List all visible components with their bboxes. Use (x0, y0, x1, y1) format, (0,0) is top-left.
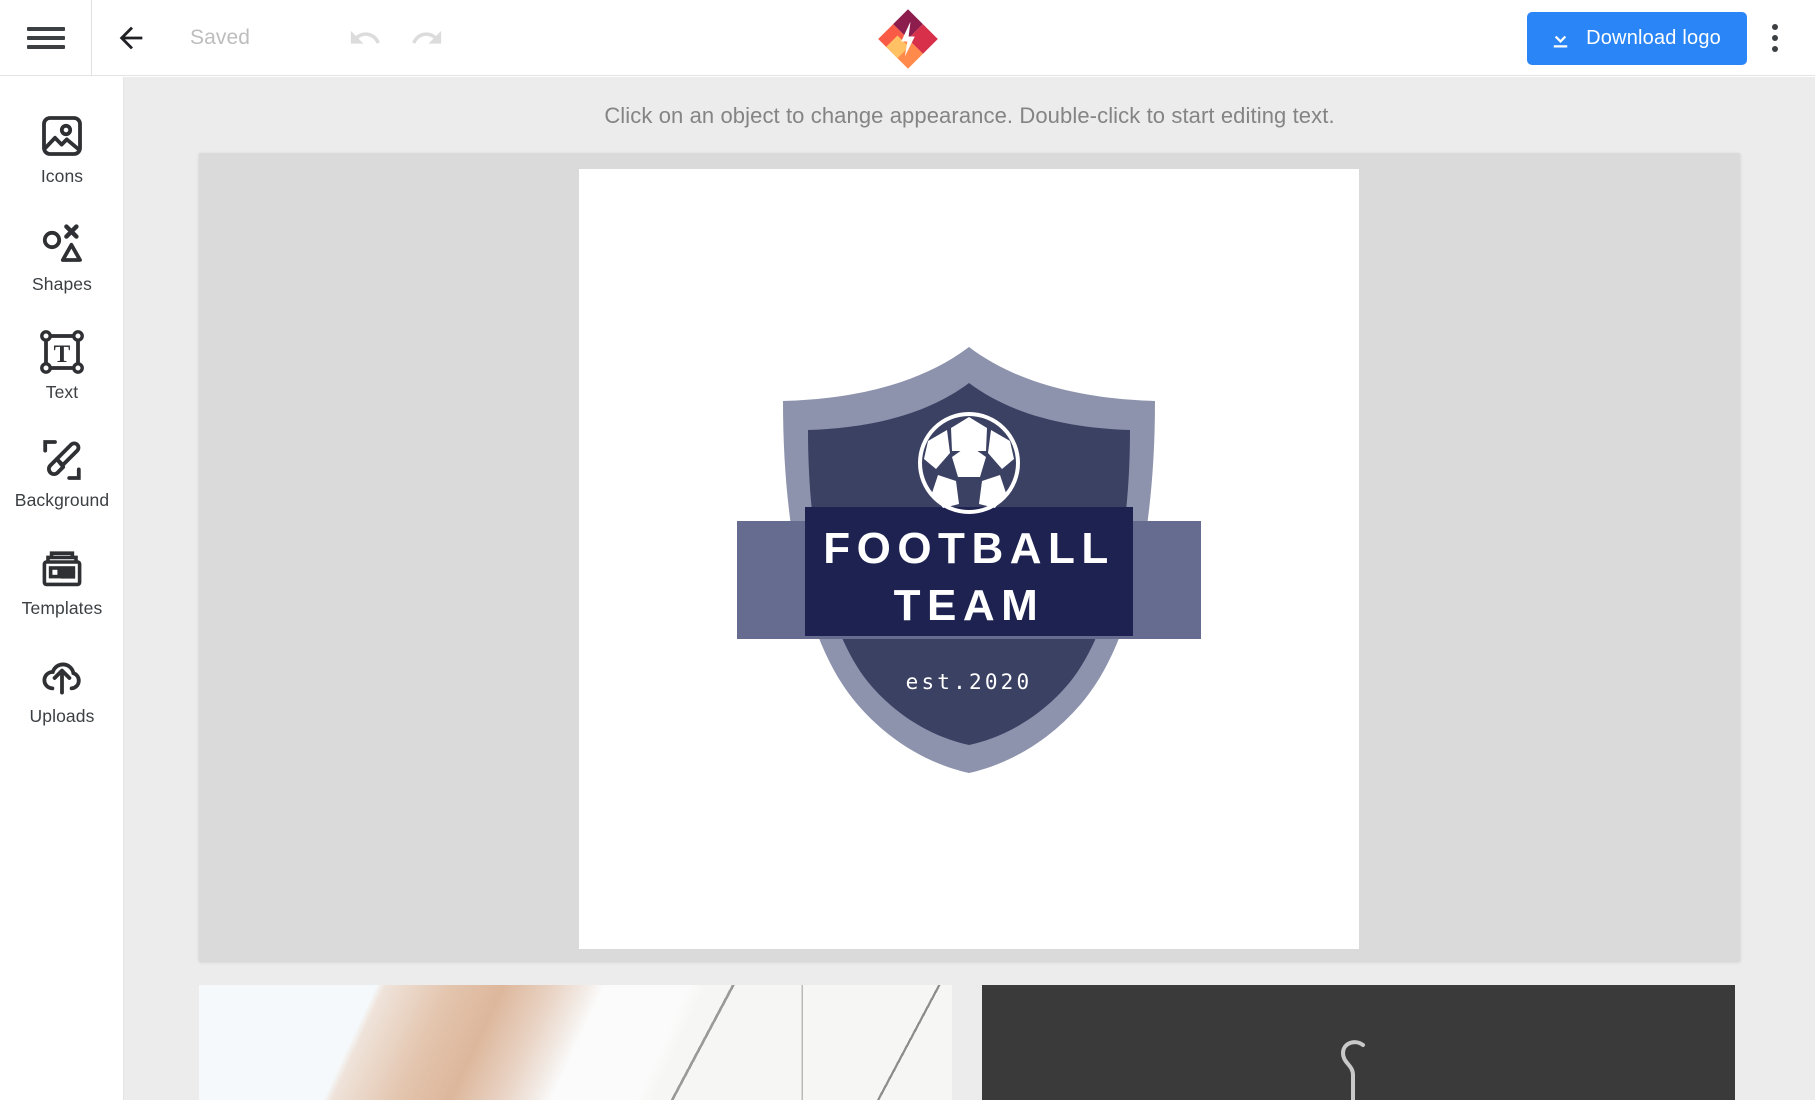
topbar-actions: Download logo (1527, 0, 1797, 76)
more-vertical-icon-dot (1772, 46, 1778, 52)
logo-canvas[interactable]: FOOTBALL TEAM est.2020 (579, 169, 1359, 949)
undo-button[interactable] (342, 15, 388, 61)
canvas-stage[interactable]: FOOTBALL TEAM est.2020 (199, 153, 1740, 961)
templates-icon (42, 550, 82, 586)
image-icon (42, 115, 82, 156)
sidebar-item-icons[interactable]: Icons (0, 95, 124, 203)
editor-main-area: Click on an object to change appearance.… (124, 77, 1815, 1100)
sidebar-item-label: Templates (21, 597, 103, 618)
save-status-label: Saved (190, 25, 251, 49)
logo-artwork[interactable]: FOOTBALL TEAM est.2020 (719, 339, 1219, 779)
sidebar-item-background[interactable]: Background (0, 419, 124, 527)
mockup-previews (199, 985, 1744, 1100)
editor-hint-text: Click on an object to change appearance.… (604, 103, 1335, 128)
arrow-left-icon (119, 26, 143, 49)
hamburger-menu-icon (26, 22, 65, 54)
back-button[interactable] (100, 0, 162, 76)
download-logo-button[interactable]: Download logo (1527, 11, 1747, 65)
more-options-button[interactable] (1753, 10, 1797, 66)
top-toolbar: Saved Download logo (0, 0, 1815, 76)
sidebar-item-templates[interactable]: Templates (0, 527, 124, 635)
sidebar-item-label: Text (45, 381, 79, 402)
text-box-icon: T (40, 329, 84, 374)
left-sidebar: Icons Shapes T Text Background Templates… (0, 77, 124, 1100)
mockup-card-hanger[interactable] (982, 985, 1735, 1100)
redo-button[interactable] (404, 15, 450, 61)
hanger-dark-image (982, 985, 1735, 1100)
more-vertical-icon-dot (1772, 35, 1778, 41)
sidebar-item-label: Icons (40, 165, 84, 186)
sidebar-item-label: Uploads (29, 705, 95, 726)
history-controls (342, 15, 450, 61)
app-brand-logo (877, 8, 939, 70)
logo-title-line2: TEAM (894, 581, 1045, 630)
cloud-upload-icon (42, 662, 81, 694)
redo-arrow-icon (412, 30, 442, 44)
download-icon (1553, 27, 1568, 47)
sidebar-item-shapes[interactable]: Shapes (0, 203, 124, 311)
download-logo-label: Download logo (1586, 26, 1721, 49)
sidebar-item-label: Shapes (32, 273, 92, 294)
shapes-icon (42, 223, 82, 262)
tshirt-wall-image (199, 985, 952, 1100)
svg-text:T: T (54, 341, 71, 368)
paintbrush-icon (43, 439, 81, 480)
logo-title-line1: FOOTBALL (823, 524, 1115, 573)
hanger-hook-icon (1340, 1040, 1365, 1100)
sidebar-item-label: Background (14, 489, 110, 510)
more-vertical-icon-dot (1772, 24, 1778, 30)
sidebar-item-text[interactable]: T Text (0, 311, 124, 419)
undo-arrow-icon (350, 30, 380, 44)
hamburger-menu-button[interactable] (0, 0, 92, 76)
lightning-diamond-logo (877, 9, 938, 69)
mockup-card-tshirt[interactable] (199, 985, 952, 1100)
sidebar-item-uploads[interactable]: Uploads (0, 635, 124, 743)
logo-established: est.2020 (906, 670, 1033, 694)
